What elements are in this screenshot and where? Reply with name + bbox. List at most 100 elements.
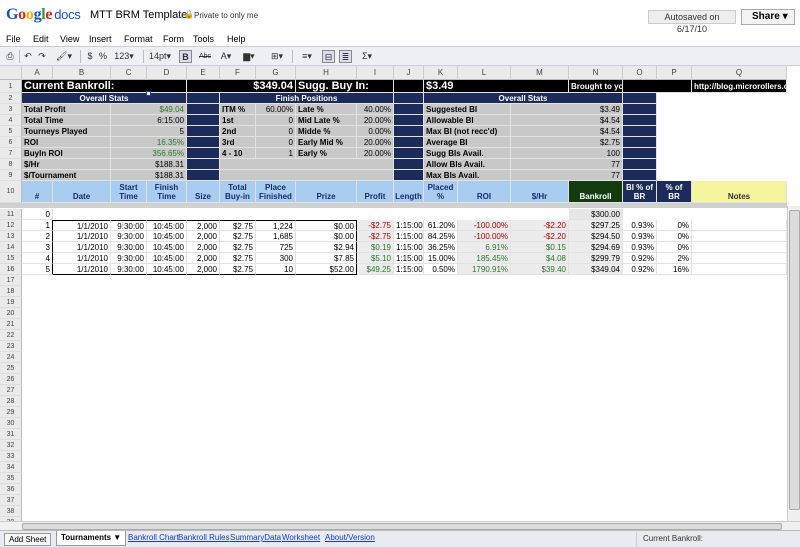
table-cell-bipct[interactable]: 0.92% [623,264,657,275]
table-cell-start[interactable]: 9:30:00 [111,231,147,242]
currency-format-button[interactable]: $ [85,50,95,63]
blog-url[interactable]: http://blog.microrollers.com [692,80,787,93]
tab-tournaments[interactable]: Tournaments ▼ [56,531,127,546]
finish-label[interactable]: Late % [296,104,357,115]
column-header-f[interactable]: F [220,66,256,80]
finish-value[interactable]: 60.00% [256,104,296,115]
notes-cell[interactable] [692,264,787,275]
blank-cell[interactable] [220,159,394,170]
notes-cell[interactable] [692,231,787,242]
row-header-28[interactable]: 28 [0,396,22,407]
row-header-11[interactable]: 11 [0,209,22,220]
table-cell-hr[interactable]: $39.40 [511,264,569,275]
row-header-27[interactable]: 27 [0,385,22,396]
row-header-24[interactable]: 24 [0,352,22,363]
table-cell-bankroll[interactable]: $297.25 [569,220,623,231]
table-cell-bankroll[interactable]: $349.04 [569,264,623,275]
table-cell-prize[interactable]: $7.85 [296,253,357,264]
menu-view[interactable]: View [60,34,79,44]
table-cell-size[interactable]: 2,000 [187,231,220,242]
notes-cell[interactable] [692,242,787,253]
right-stat-value[interactable]: $2.75 [511,137,623,148]
stat-value[interactable]: 6:15:00 [111,115,187,126]
table-cell-num[interactable]: 4 [22,253,53,264]
finish-label[interactable]: 1st [220,115,256,126]
vertical-scrollbar[interactable] [787,206,800,521]
blank-cell[interactable] [623,170,657,181]
share-button[interactable]: Share ▾ [741,9,795,25]
row-header-35[interactable]: 35 [0,473,22,484]
table-cell-buyin[interactable]: $2.75 [220,231,256,242]
font-size-dropdown[interactable]: 14pt▾ [148,50,172,63]
row-header-33[interactable]: 33 [0,451,22,462]
row-header-2[interactable]: 2 [0,93,22,104]
finish-label[interactable]: Early % [296,148,357,159]
column-header-p[interactable]: P [657,66,692,80]
tab-summary-data[interactable]: SummaryData [230,533,281,542]
table-header-hr[interactable]: $/Hr [511,181,569,203]
table-header-bankroll[interactable]: Bankroll [569,181,623,203]
blank-cell[interactable] [394,170,424,181]
table-cell-place[interactable]: 300 [256,253,296,264]
blank-cell[interactable] [623,126,657,137]
table-cell-hr[interactable]: -$2.20 [511,220,569,231]
stat-label[interactable]: Tourneys Played [22,126,111,137]
table-cell-profitpct[interactable]: 16% [657,264,692,275]
column-header-e[interactable]: E [187,66,220,80]
row-header-15[interactable]: 15 [0,253,22,264]
number-format-dropdown[interactable]: 123▾ [113,50,135,63]
table-cell-profitpct[interactable]: 0% [657,231,692,242]
column-header-n[interactable]: N [569,66,623,80]
column-header-k[interactable]: K [424,66,458,80]
overall-stats-header[interactable]: Overall Stats [22,93,187,104]
undo-icon[interactable]: ↶ [22,50,34,63]
notes-cell[interactable] [692,220,787,231]
table-cell-profitpct[interactable]: 0% [657,220,692,231]
row-header-21[interactable]: 21 [0,319,22,330]
table-cell-placed[interactable]: 84.25% [424,231,458,242]
table-header-buyin[interactable]: Total Buy-in [220,181,256,203]
row-header-26[interactable]: 26 [0,374,22,385]
bold-button[interactable]: B [179,50,192,63]
right-stat-value[interactable]: 100 [511,148,623,159]
overall-stats-right-header[interactable]: Overall Stats [424,93,623,104]
blank-cell[interactable] [623,115,657,126]
table-header-finish[interactable]: Finish Time [147,181,187,203]
table-cell-roi[interactable]: 6.91% [458,242,511,253]
table-cell-buyin[interactable]: $2.75 [220,242,256,253]
menu-help[interactable]: Help [227,34,246,44]
fill-color-icon[interactable]: ▆▾ [240,50,258,63]
table-cell-bipct[interactable]: 0.93% [623,231,657,242]
stat-label[interactable]: $/Hr [22,159,111,170]
privacy-status[interactable]: Private to only me [194,11,258,20]
row-header-29[interactable]: 29 [0,407,22,418]
table-cell-hr[interactable]: -$2.20 [511,231,569,242]
stat-value[interactable]: 356.65% [111,148,187,159]
redo-icon[interactable]: ↷ [36,50,48,63]
table-cell-buyin[interactable]: $2.75 [220,253,256,264]
right-stat-label[interactable]: Allowable BI [424,115,511,126]
row-header-10[interactable]: 10 [0,181,22,203]
right-stat-label[interactable]: Allow BIs Avail. [424,159,511,170]
row-header-13[interactable]: 13 [0,231,22,242]
menu-file[interactable]: File [6,34,21,44]
blank-cell[interactable] [187,104,220,115]
blank-cell[interactable] [394,126,424,137]
table-cell-date[interactable]: 1/1/2010 [53,264,111,275]
table-cell-roi[interactable]: -100.00% [458,220,511,231]
table-cell-size[interactable]: 2,000 [187,253,220,264]
current-bankroll-label[interactable]: Current Bankroll: [22,80,187,93]
table-cell-buyin[interactable]: $2.75 [220,264,256,275]
table-cell-place[interactable]: 10 [256,264,296,275]
table-cell-length[interactable]: 1:15:00 [394,264,424,275]
row-header-1[interactable]: 1 [0,80,22,93]
blank-cell[interactable] [394,159,424,170]
table-cell-profitpct[interactable]: 0% [657,242,692,253]
right-stat-value[interactable]: $4.54 [511,115,623,126]
wrap-text-icon[interactable]: ≣ [339,50,352,63]
table-header-profitpct[interactable]: Profit % of BR [657,181,692,203]
table-cell-num[interactable]: 1 [22,220,53,231]
blank-cell[interactable] [394,115,424,126]
finish-label[interactable]: 3rd [220,137,256,148]
table-cell-prize[interactable]: $0.00 [296,220,357,231]
